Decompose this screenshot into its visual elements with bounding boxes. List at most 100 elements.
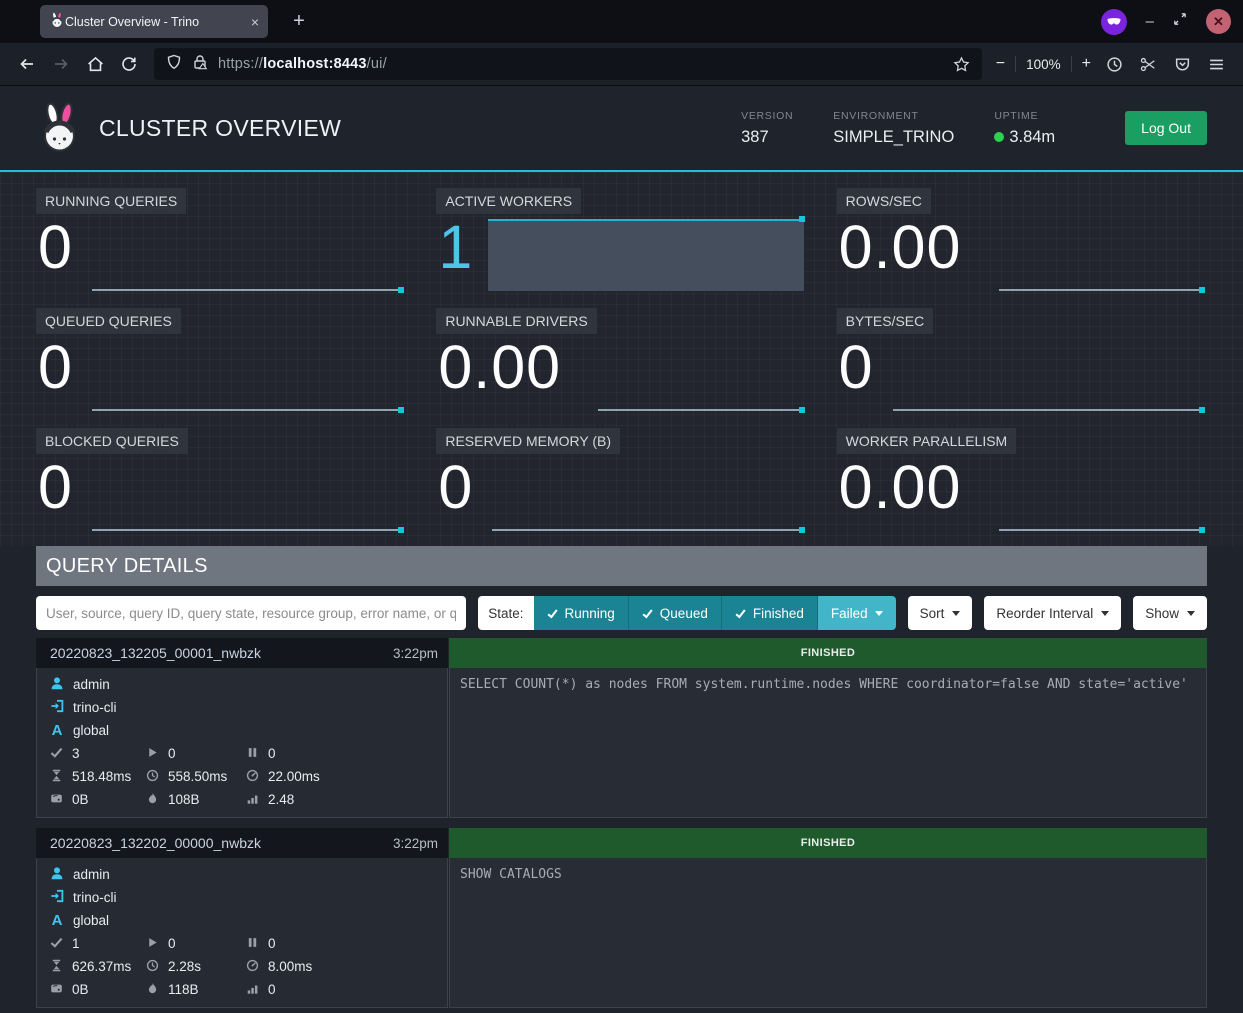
query-details-title: QUERY DETAILS [36, 546, 1207, 586]
history-icon[interactable] [1097, 48, 1131, 80]
sparkline [999, 529, 1204, 531]
version-value: 387 [741, 128, 793, 147]
sparkline [999, 289, 1204, 291]
stat-card-bytes-sec: BYTES/SEC 0 [837, 308, 1207, 418]
lock-warning-icon[interactable] [192, 54, 208, 75]
stat-card-worker-parallelism: WORKER PARALLELISM 0.00 [837, 428, 1207, 538]
environment-block: ENVIRONMENT SIMPLE_TRINO [833, 110, 954, 147]
queued-splits-value: 0 [268, 746, 276, 761]
window-restore-button[interactable] [1173, 12, 1187, 31]
stat-value: 0 [38, 214, 73, 281]
uptime-value: 3.84m [1009, 128, 1055, 147]
stat-card-rows-sec: ROWS/SEC 0.00 [837, 188, 1207, 298]
uptime-label: UPTIME [994, 110, 1055, 122]
query-id-bar: 20220823_132205_00001_nwbzk 3:22pm [36, 638, 448, 668]
state-filter-finished[interactable]: Finished [722, 596, 818, 630]
query-id-link[interactable]: 20220823_132205_00001_nwbzk [50, 645, 261, 661]
sparkline-dot [799, 216, 805, 222]
query-resource-group: global [73, 913, 109, 928]
queued-splits-pause-icon [246, 746, 259, 762]
cpu-time-value: 22.00ms [268, 769, 320, 784]
elapsed-time-value: 2.28s [168, 959, 201, 974]
cumulative-memory-value: 0 [268, 982, 276, 997]
query-info-panel: admin trino-cli Aglobal 3 0 0 518.48ms 5… [36, 668, 448, 818]
separator [1071, 56, 1072, 72]
sparkline-area [488, 219, 803, 291]
stat-card-runnable-drivers: RUNNABLE DRIVERS 0.00 [436, 308, 806, 418]
reload-button[interactable] [112, 48, 146, 80]
query-search-input[interactable] [36, 596, 466, 630]
query-status-badge: FINISHED [449, 828, 1207, 858]
running-splits-play-icon [146, 936, 159, 952]
screenshot-scissors-icon[interactable] [1131, 48, 1165, 80]
completed-splits-check-icon [50, 936, 63, 952]
browser-toolbar: https://localhost:8443/ui/ − 100% + [0, 43, 1243, 86]
environment-label: ENVIRONMENT [833, 110, 954, 122]
stat-label: RESERVED MEMORY (B) [436, 428, 620, 454]
stat-value: 0 [38, 454, 73, 521]
resource-group-icon: A [50, 722, 64, 739]
browser-tab-bar: Cluster Overview - Trino × + – ✕ [0, 0, 1243, 43]
current-memory-value: 0B [72, 982, 89, 997]
query-sql-text: SHOW CATALOGS [449, 858, 1207, 1008]
query-id-link[interactable]: 20220823_132202_00000_nwbzk [50, 835, 261, 851]
state-filter-failed-dropdown[interactable]: Failed [818, 596, 896, 630]
forward-button[interactable] [44, 48, 78, 80]
stat-label: RUNNABLE DRIVERS [436, 308, 596, 334]
sort-dropdown[interactable]: Sort [908, 596, 973, 630]
query-row: 20220823_132202_00000_nwbzk 3:22pm FINIS… [36, 828, 1207, 1008]
window-close-button[interactable]: ✕ [1206, 9, 1231, 34]
url-bar[interactable]: https://localhost:8443/ui/ [154, 48, 982, 80]
browser-window: Cluster Overview - Trino × + – ✕ [0, 0, 1243, 1013]
user-icon [50, 676, 64, 693]
chevron-down-icon [875, 611, 883, 616]
current-memory-value: 0B [72, 792, 89, 807]
bookmark-star-icon[interactable] [953, 56, 970, 73]
state-filter-running[interactable]: Running [534, 596, 629, 630]
new-tab-button[interactable]: + [284, 10, 314, 33]
query-source: trino-cli [73, 700, 117, 715]
home-button[interactable] [78, 48, 112, 80]
sparkline-dot [1199, 407, 1205, 413]
cluster-hud: RUNNING QUERIES 0 ACTIVE WORKERS 1 ROWS/… [0, 172, 1243, 546]
sparkline-dot [799, 527, 805, 533]
cpu-time-gauge-icon [246, 959, 259, 975]
tab-close-icon[interactable]: × [251, 14, 259, 30]
stat-label: WORKER PARALLELISM [837, 428, 1017, 454]
state-filter-label: State: [478, 596, 533, 630]
running-splits-value: 0 [168, 936, 176, 951]
sparkline [598, 409, 803, 411]
stat-value: 0 [438, 454, 473, 521]
zoom-out-button[interactable]: − [996, 55, 1005, 73]
shield-icon[interactable] [166, 54, 182, 75]
version-block: VERSION 387 [741, 110, 793, 147]
peak-memory-value: 118B [168, 982, 199, 997]
sparkline [492, 529, 803, 531]
zoom-level[interactable]: 100% [1026, 57, 1061, 72]
show-dropdown[interactable]: Show [1133, 596, 1207, 630]
running-splits-play-icon [146, 746, 159, 762]
pocket-icon[interactable] [1165, 48, 1199, 80]
peak-memory-flame-icon [146, 792, 159, 808]
url-text: https://localhost:8443/ui/ [218, 56, 387, 72]
window-minimize-button[interactable]: – [1146, 13, 1154, 30]
menu-hamburger-icon[interactable] [1199, 48, 1233, 80]
logout-button[interactable]: Log Out [1125, 111, 1207, 145]
back-button[interactable] [10, 48, 44, 80]
completed-splits-check-icon [50, 746, 63, 762]
stat-value: 0.00 [839, 214, 962, 281]
current-memory-disk-icon [50, 982, 63, 998]
sparkline-dot [398, 527, 404, 533]
state-filter-queued[interactable]: Queued [629, 596, 722, 630]
elapsed-time-clock-icon [146, 959, 159, 975]
stat-label: ACTIVE WORKERS [436, 188, 581, 214]
browser-tab[interactable]: Cluster Overview - Trino × [40, 5, 268, 38]
query-sql-text: SELECT COUNT(*) as nodes FROM system.run… [449, 668, 1207, 818]
trino-logo-icon [36, 102, 83, 154]
wall-time-hourglass-icon [50, 769, 63, 785]
zoom-in-button[interactable]: + [1082, 55, 1091, 73]
uptime-status-dot [994, 132, 1004, 142]
query-resource-group: global [73, 723, 109, 738]
check-icon [547, 608, 558, 619]
reorder-interval-dropdown[interactable]: Reorder Interval [984, 596, 1121, 630]
